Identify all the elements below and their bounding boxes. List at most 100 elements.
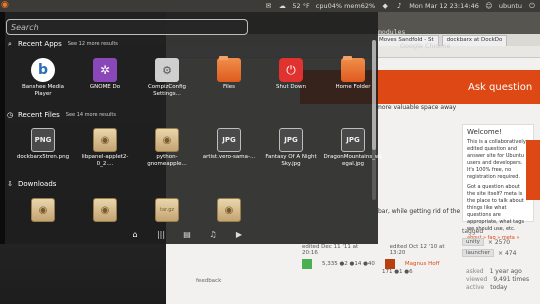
tag-row: launcher × 474: [462, 249, 540, 257]
tag[interactable]: unity: [462, 238, 484, 246]
question-body: more valuable space away: [376, 104, 462, 112]
weather-icon[interactable]: ☁: [278, 2, 286, 10]
download-icon: ⇩: [7, 180, 13, 188]
stat-row: viewed 9,491 times: [466, 276, 540, 284]
video-lens-icon[interactable]: ▶: [234, 230, 244, 239]
file-label: libpanel-applet2-0_2....: [81, 154, 129, 167]
section-title: Recent Files: [18, 111, 60, 119]
tags-area: tagged unity × 2570 launcher × 474: [462, 228, 540, 257]
folder-icon: [217, 56, 241, 82]
download-tile[interactable]: tar.gz: [136, 198, 198, 224]
post-meta: edited Dec 11 '11 at 20:16 edited Oct 12…: [302, 244, 462, 275]
see-more-link[interactable]: See 12 more results: [68, 41, 118, 47]
stat-label: asked: [466, 268, 484, 275]
section-title: Recent Apps: [18, 40, 62, 48]
compiz-icon: ⚙: [155, 58, 179, 82]
avatar[interactable]: [302, 259, 312, 269]
tag[interactable]: launcher: [462, 249, 495, 257]
file-label: Fantasy Of A Night Sky.jpg: [265, 154, 317, 167]
edited-info: edited Dec 11 '11 at 20:16: [302, 244, 359, 256]
section-header-recent-files[interactable]: ◷ Recent Files See 14 more results: [6, 111, 116, 119]
download-tile[interactable]: ◉: [198, 198, 260, 224]
app-tile[interactable]: ✲ GNOME Do: [74, 58, 136, 97]
tag-count: × 2570: [487, 238, 511, 246]
question-text-2: bar, while getting rid of the: [378, 208, 461, 215]
lens-bar: ⌂ ||| ▤ ♫ ▶: [130, 227, 250, 241]
tag-count: × 474: [498, 249, 517, 257]
stat-value: 9,491 times: [493, 276, 530, 283]
file-tile[interactable]: PNG dockbarx5tren.png: [12, 128, 74, 167]
package-icon: ◉: [93, 128, 117, 152]
network-icon[interactable]: ◆: [381, 2, 389, 10]
top-panel: ✉ ☁ 52 °F cpu04% mem62% ◆ ♪ Mon Mar 12 2…: [0, 0, 540, 12]
gnome-do-icon: ✲: [93, 58, 117, 82]
stat-value: today: [490, 284, 508, 291]
file-tile[interactable]: ◉ python-gnomeapple...: [136, 128, 198, 167]
download-tile[interactable]: ◉: [12, 198, 74, 224]
app-tile[interactable]: ⏻ Shut Down: [260, 58, 322, 97]
user-name[interactable]: Magnus Hoff: [405, 261, 439, 267]
side-accent: [526, 140, 540, 200]
app-tile[interactable]: b Banshee Media Player: [12, 58, 74, 97]
jpg-file-icon: JPG: [217, 128, 241, 152]
tar-gz-icon: tar.gz: [155, 198, 179, 222]
username[interactable]: ubuntu: [499, 2, 522, 10]
jpg-file-icon: JPG: [341, 128, 365, 152]
stat-label: viewed: [466, 276, 488, 283]
answered-info: edited Oct 12 '10 at 13:20: [389, 244, 445, 256]
power-menu-icon[interactable]: ⏻: [528, 2, 536, 10]
user-icon[interactable]: ☺: [485, 2, 493, 10]
stat-row: active today: [466, 284, 540, 292]
clock-icon: ◷: [6, 111, 14, 119]
section-header-downloads[interactable]: ⇩ Downloads: [6, 180, 56, 188]
browser-tab[interactable]: dockbarx at DockDo: [441, 35, 508, 46]
welcome-body: This is a collaboratively edited questio…: [467, 139, 526, 180]
scrollbar-thumb[interactable]: [372, 40, 376, 150]
app-tile[interactable]: ⚙ CompizConfig Settings...: [136, 58, 198, 97]
search-box[interactable]: [6, 19, 248, 35]
ask-question-link[interactable]: Ask question: [468, 82, 532, 93]
section-header-recent-apps[interactable]: ⌕ Recent Apps See 12 more results: [6, 39, 118, 49]
file-label: python-gnomeapple...: [147, 154, 187, 167]
question-text: more valuable space away: [376, 104, 457, 111]
apps-lens-icon[interactable]: |||: [156, 230, 166, 239]
launcher-edge: [0, 12, 5, 244]
feedback-link[interactable]: feedback: [196, 278, 221, 284]
search-icon: ⌕: [8, 39, 12, 48]
welcome-title: Welcome!: [467, 128, 502, 136]
clock[interactable]: Mon Mar 12 23:14:46: [409, 2, 479, 10]
dash-scrollbar[interactable]: [372, 40, 376, 200]
png-file-icon: PNG: [31, 128, 55, 152]
stat-row: asked 1 year ago: [466, 268, 540, 276]
stat-value: 1 year ago: [489, 268, 522, 275]
see-more-link[interactable]: See 14 more results: [66, 112, 116, 118]
package-icon: ◉: [217, 198, 241, 222]
system-monitor[interactable]: cpu04% mem62%: [316, 2, 375, 10]
ubuntu-logo-icon[interactable]: ◉: [1, 0, 11, 12]
downloads-grid: ◉ ◉ tar.gz ◉: [12, 198, 260, 224]
welcome-body-2: Got a question about the site itself? me…: [467, 184, 524, 232]
file-tile[interactable]: ◉ libpanel-applet2-0_2....: [74, 128, 136, 167]
volume-icon[interactable]: ♪: [395, 2, 403, 10]
mail-icon[interactable]: ✉: [264, 2, 272, 10]
music-lens-icon[interactable]: ♫: [208, 230, 218, 239]
files-lens-icon[interactable]: ▤: [182, 230, 192, 239]
package-icon: ◉: [155, 128, 179, 152]
tag-row: unity × 2570: [462, 238, 540, 246]
recent-files-grid: PNG dockbarx5tren.png ◉ libpanel-applet2…: [12, 128, 384, 167]
app-tile[interactable]: Files: [198, 56, 260, 97]
search-input[interactable]: [11, 22, 231, 32]
user-reputation: 171 ●1 ●6: [382, 269, 413, 275]
browser-subtitle-text: Google Chrome: [400, 42, 451, 50]
browser-title-text: modules: [378, 28, 406, 36]
question-stats: asked 1 year ago viewed 9,491 times active…: [466, 268, 540, 292]
file-tile[interactable]: JPG Fantasy Of A Night Sky.jpg: [260, 128, 322, 167]
stat-label: active: [466, 284, 485, 291]
section-title: Downloads: [18, 180, 57, 188]
avatar[interactable]: [384, 259, 395, 269]
home-lens-icon[interactable]: ⌂: [130, 230, 140, 239]
weather-text[interactable]: 52 °F: [292, 2, 309, 10]
download-tile[interactable]: ◉: [74, 198, 136, 224]
package-icon: ◉: [93, 198, 117, 222]
file-tile[interactable]: JPG artist.vero-sama-...: [198, 128, 260, 167]
